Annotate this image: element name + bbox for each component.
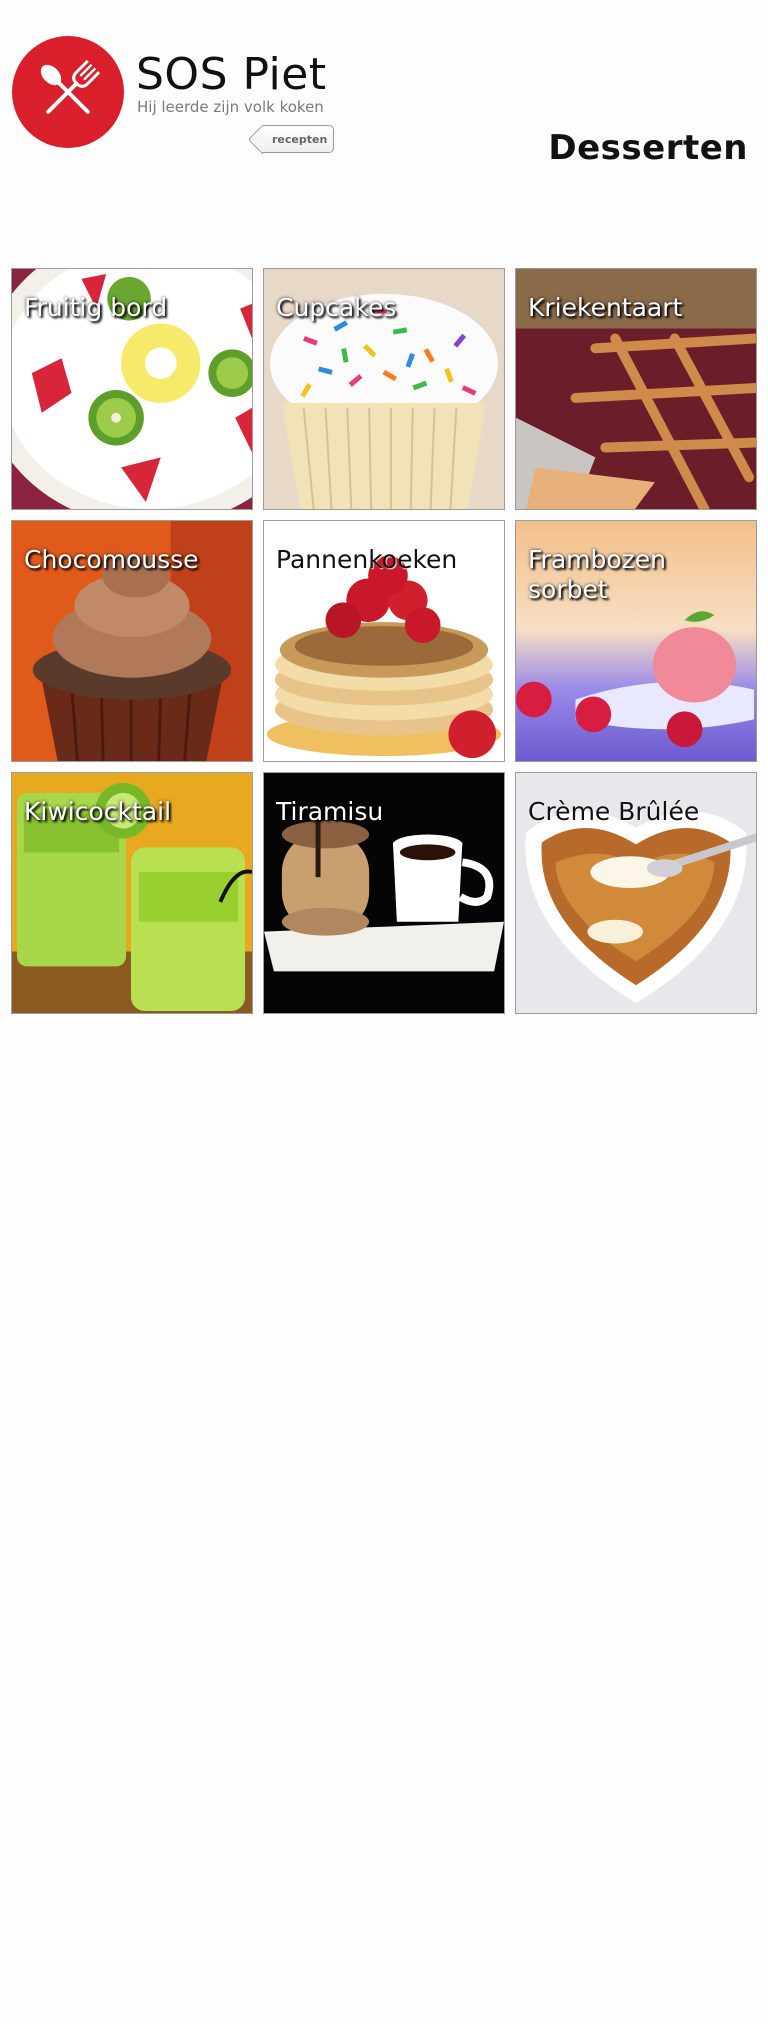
page-title: Desserten	[548, 128, 748, 168]
brand-title: SOS Piet	[136, 49, 327, 100]
recipe-label: Kiwicocktail	[24, 797, 172, 826]
recipe-label: Crème Brûlée	[528, 797, 700, 826]
recipe-label: Chocomousse	[24, 545, 199, 574]
logo[interactable]	[12, 36, 124, 148]
recipe-label: Fruitig bord	[24, 293, 168, 322]
back-button-label: recepten	[262, 125, 335, 153]
recipe-label: Kriekentaart	[528, 293, 683, 322]
brand-tagline: Hij leerde zijn volk koken	[137, 98, 324, 116]
recipe-tile-pannenkoeken[interactable]: Pannenkoeken	[263, 520, 505, 762]
back-button[interactable]: recepten	[252, 125, 335, 153]
recipe-tile-chocomousse[interactable]: Chocomousse	[11, 520, 253, 762]
recipe-label: Frambozen sorbet	[528, 545, 667, 604]
recipe-tile-kriekentaart[interactable]: Kriekentaart	[515, 268, 757, 510]
page: SOS Piet Hij leerde zijn volk koken rece…	[0, 0, 768, 2024]
recipe-label: Pannenkoeken	[276, 545, 458, 574]
recipe-tile-cupcakes[interactable]: Cupcakes	[263, 268, 505, 510]
spoon-fork-icon	[40, 59, 101, 114]
recipe-tile-kiwicocktail[interactable]: Kiwicocktail	[11, 772, 253, 1014]
recipe-label: Tiramisu	[276, 797, 384, 826]
recipe-grid: Fruitig bord Cupcakes Kriekentaart Choco…	[11, 268, 757, 1014]
recipe-tile-creme-brulee[interactable]: Crème Brûlée	[515, 772, 757, 1014]
recipe-label: Cupcakes	[276, 293, 397, 322]
recipe-tile-tiramisu[interactable]: Tiramisu	[263, 772, 505, 1014]
recipe-tile-frambozen-sorbet[interactable]: Frambozen sorbet	[515, 520, 757, 762]
recipe-tile-fruitig-bord[interactable]: Fruitig bord	[11, 268, 253, 510]
